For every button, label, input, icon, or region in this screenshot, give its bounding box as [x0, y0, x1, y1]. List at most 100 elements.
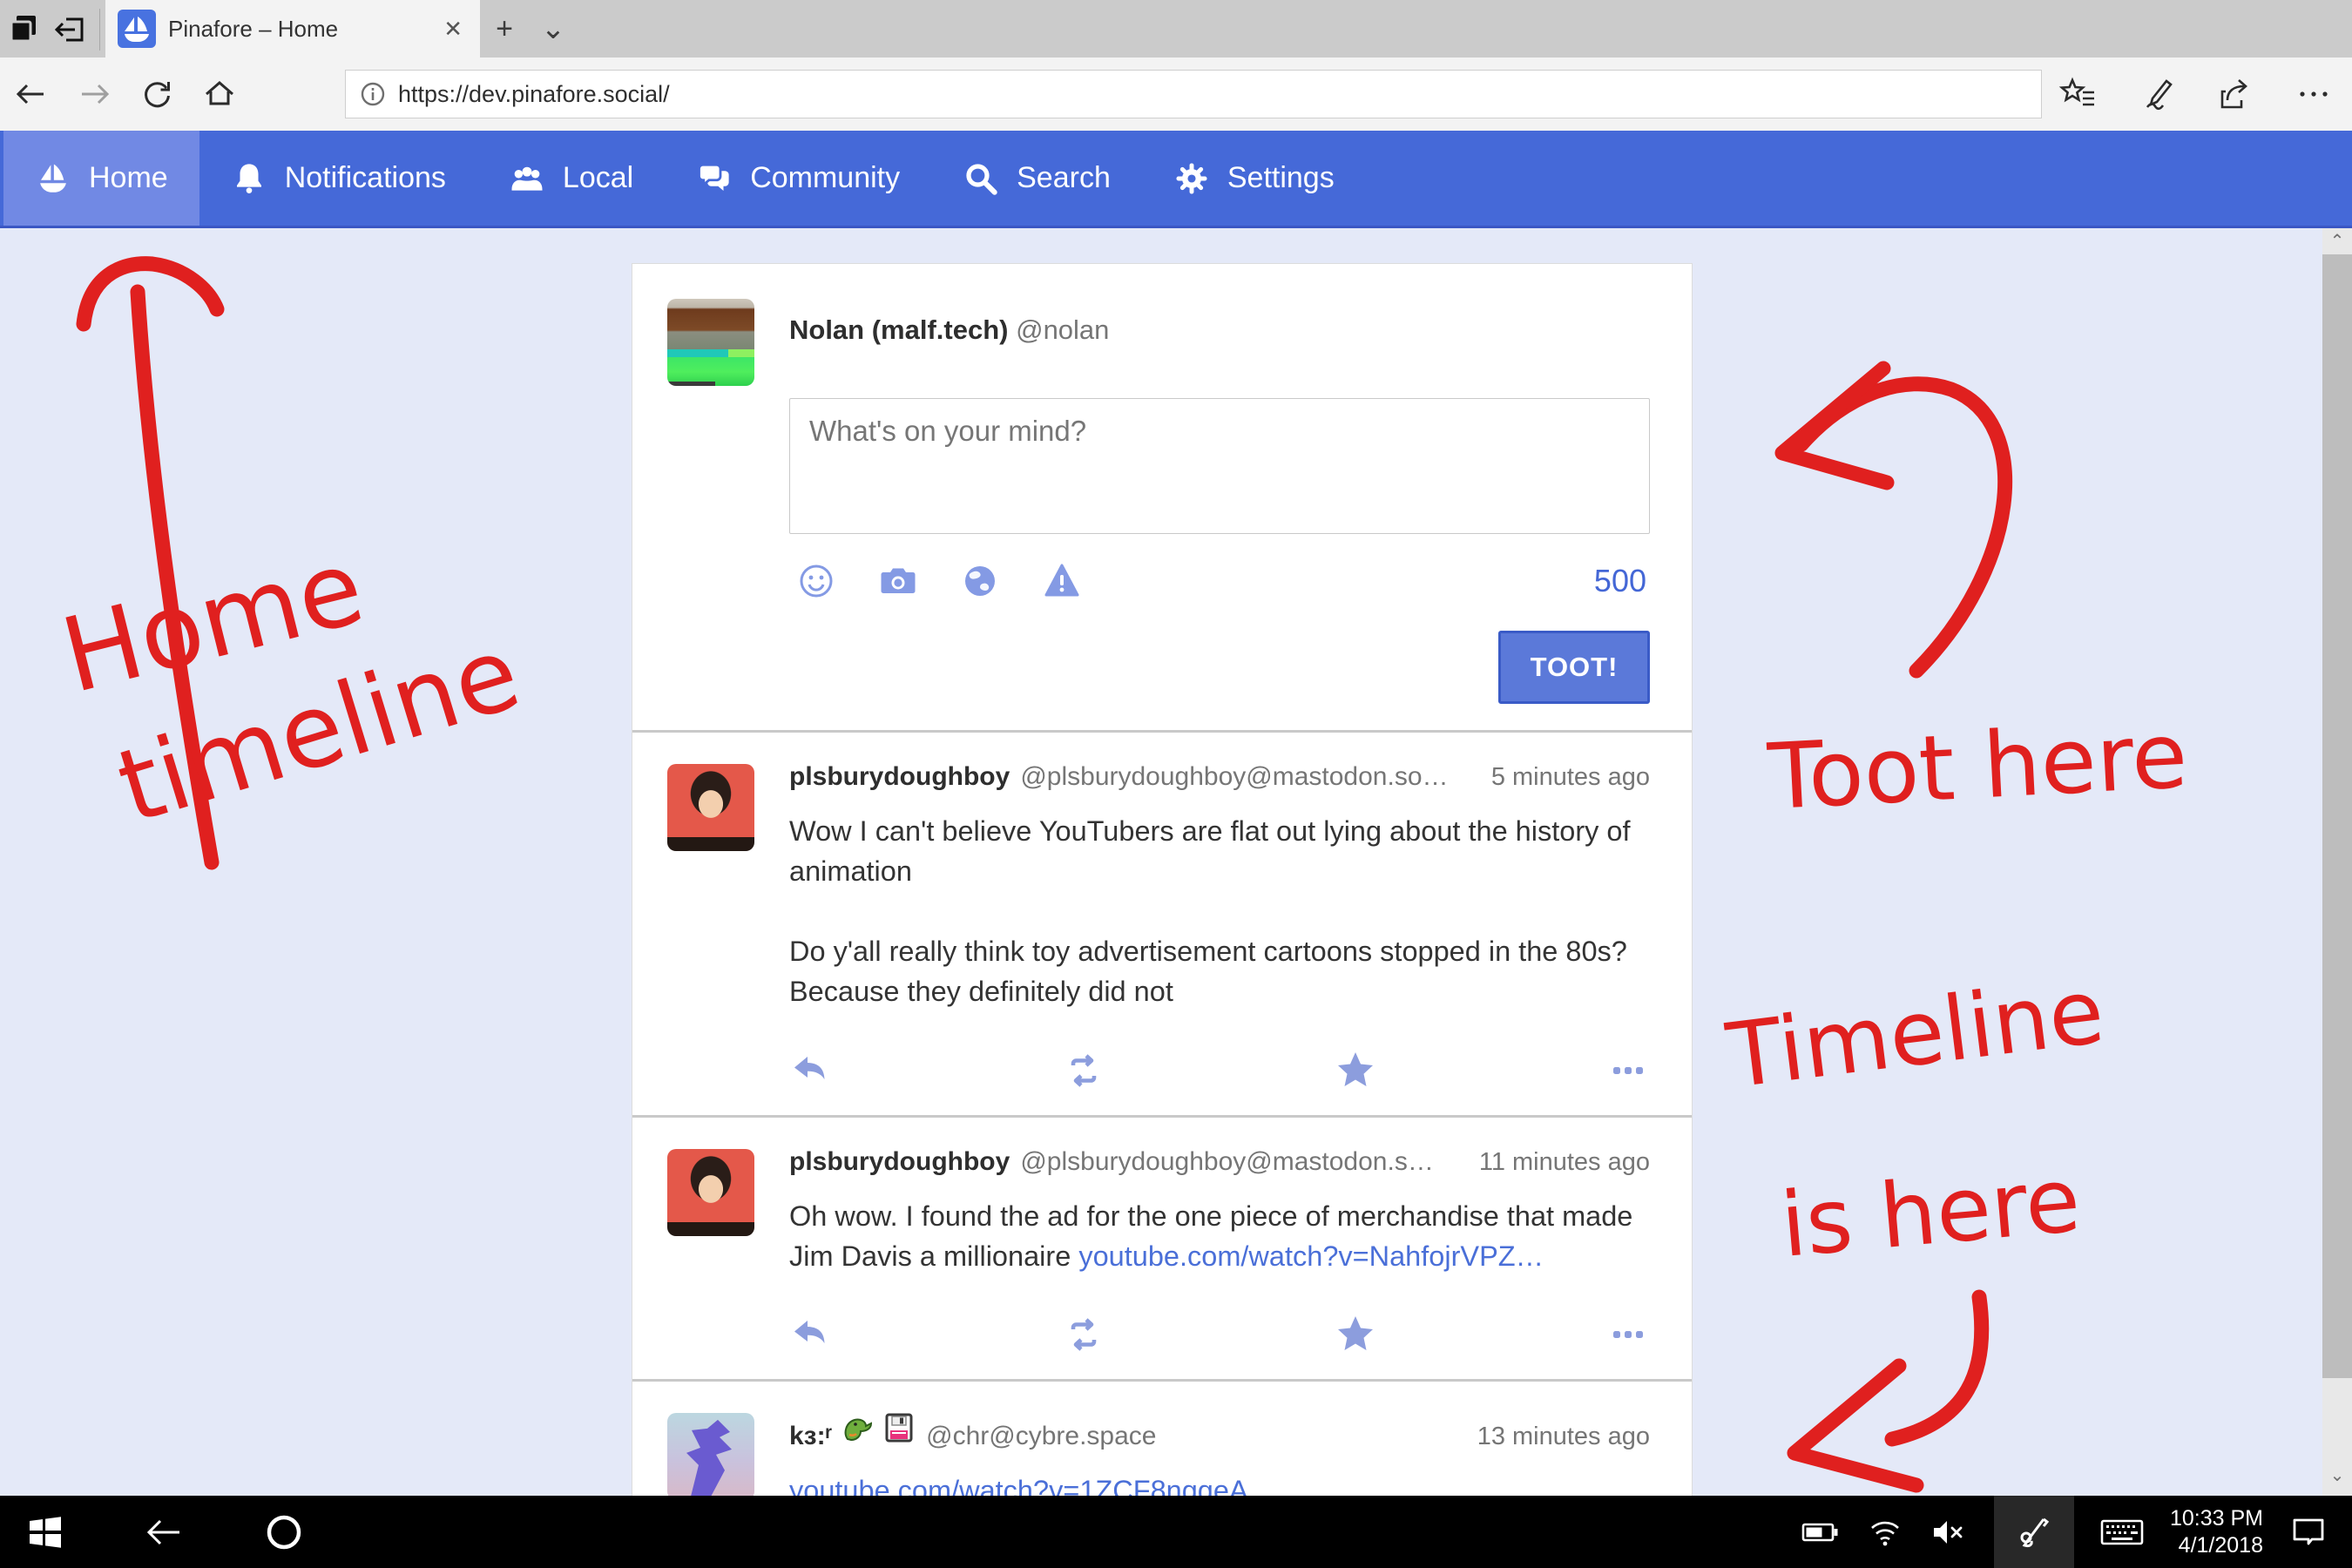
pinafore-favicon-icon: [118, 10, 156, 48]
divider: [99, 9, 100, 51]
nav-tab-notifications[interactable]: Notifications: [199, 131, 477, 226]
post-link[interactable]: youtube.com/watch?v=1ZCF8ngqeA…: [789, 1475, 1276, 1496]
address-bar[interactable]: https://dev.pinafore.social/: [345, 70, 2042, 118]
refresh-button[interactable]: [125, 63, 188, 125]
taskbar-back-button[interactable]: [143, 1496, 185, 1568]
compose-author: Nolan (malf.tech) @nolan: [789, 299, 1109, 346]
clock-time: 10:33 PM: [2170, 1505, 2263, 1532]
chat-bubbles-icon: [696, 160, 733, 197]
scrollbar-up-icon[interactable]: ⌃: [2322, 228, 2352, 253]
char-counter: 500: [1594, 563, 1646, 599]
scrollbar-thumb[interactable]: [2322, 254, 2352, 1378]
touch-keyboard-icon[interactable]: [2099, 1496, 2146, 1568]
timeline-post: plsburydoughboy @plsburydoughboy@mastodo…: [632, 1115, 1692, 1379]
handle: @nolan: [1016, 314, 1109, 345]
page-scrollbar[interactable]: ⌃ ⌄: [2322, 228, 2352, 1496]
post-body: Wow I can't believe YouTubers are flat o…: [789, 811, 1650, 1012]
post-author-name[interactable]: kз:ʳ: [789, 1422, 832, 1451]
nav-tab-community[interactable]: Community: [665, 131, 931, 226]
nav-tab-local[interactable]: Local: [477, 131, 665, 226]
volume-muted-icon[interactable]: [1930, 1496, 1970, 1568]
favorites-hub-icon[interactable]: [2052, 63, 2105, 125]
privacy-globe-icon[interactable]: [960, 561, 1000, 601]
browser-tab-bar: Pinafore – Home ✕ + ⌄: [0, 0, 2352, 57]
new-tab-button[interactable]: +: [480, 0, 529, 57]
home-button[interactable]: [188, 63, 251, 125]
post-timestamp[interactable]: 5 minutes ago: [1491, 763, 1650, 792]
nav-tab-home[interactable]: Home: [3, 131, 199, 226]
url-text: https://dev.pinafore.social/: [398, 81, 670, 108]
forward-button[interactable]: [63, 63, 125, 125]
reply-icon[interactable]: [789, 1313, 833, 1356]
action-center-icon[interactable]: [2288, 1496, 2329, 1568]
web-note-pen-icon[interactable]: [2131, 63, 2183, 125]
taskbar-clock[interactable]: 10:33 PM 4/1/2018: [2170, 1505, 2263, 1559]
nav-label: Notifications: [285, 161, 446, 195]
timeline-column: Nolan (malf.tech) @nolan: [632, 263, 1693, 1496]
site-info-icon[interactable]: [360, 81, 386, 107]
post-timestamp[interactable]: 11 minutes ago: [1479, 1148, 1650, 1177]
display-name: Nolan (malf.tech): [789, 314, 1008, 345]
boost-icon[interactable]: [1062, 1049, 1105, 1092]
post-link[interactable]: youtube.com/watch?v=NahfojrVPZ…: [1078, 1240, 1544, 1272]
content-warning-icon[interactable]: [1042, 561, 1082, 601]
tab-preview-chevron-icon[interactable]: ⌄: [529, 0, 578, 57]
set-tabs-aside-icon[interactable]: [47, 0, 94, 57]
tabs-set-aside-list-icon[interactable]: [0, 0, 47, 57]
cortana-button[interactable]: [263, 1496, 305, 1568]
avatar[interactable]: [667, 1149, 754, 1236]
clock-date: 4/1/2018: [2170, 1532, 2263, 1559]
compose-input[interactable]: [789, 398, 1650, 534]
scrollbar-down-icon[interactable]: ⌄: [2322, 1463, 2352, 1487]
emoji-picker-icon[interactable]: [796, 561, 836, 601]
post-timestamp[interactable]: 13 minutes ago: [1477, 1423, 1650, 1451]
nav-tab-settings[interactable]: Settings: [1142, 131, 1366, 226]
battery-icon[interactable]: [1801, 1496, 1841, 1568]
boost-icon[interactable]: [1062, 1313, 1105, 1356]
favorite-star-icon[interactable]: [1334, 1049, 1377, 1092]
favorite-star-icon[interactable]: [1334, 1313, 1377, 1356]
post-author-name[interactable]: plsburydoughboy: [789, 1147, 1010, 1177]
post-more-icon[interactable]: [1606, 1049, 1650, 1092]
post-author-handle[interactable]: @plsburydoughboy@mastodon.so…: [1020, 762, 1474, 792]
nav-label: Search: [1017, 161, 1111, 195]
avatar[interactable]: [667, 1413, 754, 1496]
browser-tab-pinafore[interactable]: Pinafore – Home ✕: [105, 0, 480, 57]
toot-button[interactable]: TOOT!: [1498, 631, 1650, 704]
nav-tab-search[interactable]: Search: [931, 131, 1142, 226]
post-paragraph: Do y'all really think toy advertisement …: [789, 931, 1650, 1011]
pinafore-nav-bar: Home Notifications Local Community Searc…: [0, 131, 2352, 228]
dragon-emoji-icon: [841, 1411, 874, 1444]
start-button[interactable]: [26, 1496, 64, 1568]
search-icon: [963, 160, 999, 197]
avatar[interactable]: [667, 299, 754, 386]
post-author-name[interactable]: plsburydoughboy: [789, 762, 1010, 792]
post-body: Oh wow. I found the ad for the one piece…: [789, 1196, 1650, 1276]
timeline-post: kз:ʳ @chr@cybre.space 13 minutes ago you…: [632, 1379, 1692, 1496]
post-more-icon[interactable]: [1606, 1313, 1650, 1356]
nav-label: Local: [563, 161, 633, 195]
share-icon[interactable]: [2209, 63, 2261, 125]
tab-close-icon[interactable]: ✕: [438, 16, 468, 43]
post-paragraph: Wow I can't believe YouTubers are flat o…: [789, 811, 1650, 891]
nav-label: Settings: [1227, 161, 1335, 195]
more-options-icon[interactable]: [2288, 63, 2340, 125]
sailboat-icon: [35, 160, 71, 197]
windows-taskbar: 10:33 PM 4/1/2018: [0, 1496, 2352, 1568]
browser-toolbar: https://dev.pinafore.social/: [0, 57, 2352, 131]
people-icon: [509, 160, 545, 197]
timeline-viewport: Nolan (malf.tech) @nolan: [0, 228, 2352, 1496]
windows-ink-pen-icon[interactable]: [1994, 1496, 2074, 1568]
post-author-handle[interactable]: @chr@cybre.space: [926, 1422, 1460, 1451]
wifi-icon[interactable]: [1865, 1496, 1905, 1568]
screen: Pinafore – Home ✕ + ⌄ https://dev.pinafo…: [0, 0, 2352, 1568]
tab-title: Pinafore – Home: [168, 16, 426, 43]
back-button[interactable]: [0, 63, 63, 125]
floppy-disk-emoji-icon: [882, 1411, 916, 1444]
reply-icon[interactable]: [789, 1049, 833, 1092]
post-author-handle[interactable]: @plsburydoughboy@mastodon.s…: [1020, 1147, 1462, 1177]
compose-box: Nolan (malf.tech) @nolan: [632, 264, 1692, 730]
avatar[interactable]: [667, 764, 754, 851]
timeline-post: plsburydoughboy @plsburydoughboy@mastodo…: [632, 730, 1692, 1115]
media-upload-icon[interactable]: [878, 561, 918, 601]
